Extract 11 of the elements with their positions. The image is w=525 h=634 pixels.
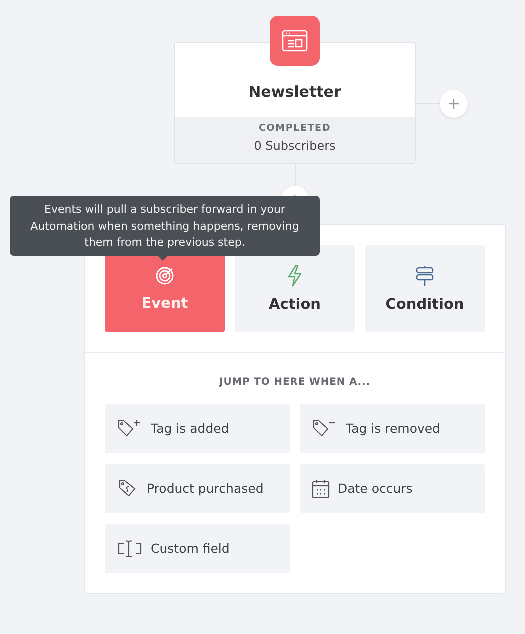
step-title: Newsletter xyxy=(248,83,342,101)
trigger-option[interactable]: Custom field xyxy=(105,524,290,573)
step-type-tab[interactable]: Condition xyxy=(365,245,485,332)
step-card[interactable]: Newsletter COMPLETED 0 Subscribers xyxy=(174,42,416,164)
section-heading: JUMP TO HERE WHEN A... xyxy=(218,377,372,388)
trigger-option[interactable]: Tag is added xyxy=(105,404,290,453)
step-status: COMPLETED xyxy=(258,123,332,134)
trigger-option[interactable]: Date occurs xyxy=(300,464,485,513)
subscriber-count: 0 Subscribers xyxy=(254,139,336,153)
trigger-option[interactable]: Tag is removed xyxy=(300,404,485,453)
trigger-option[interactable]: Product purchased xyxy=(105,464,290,513)
